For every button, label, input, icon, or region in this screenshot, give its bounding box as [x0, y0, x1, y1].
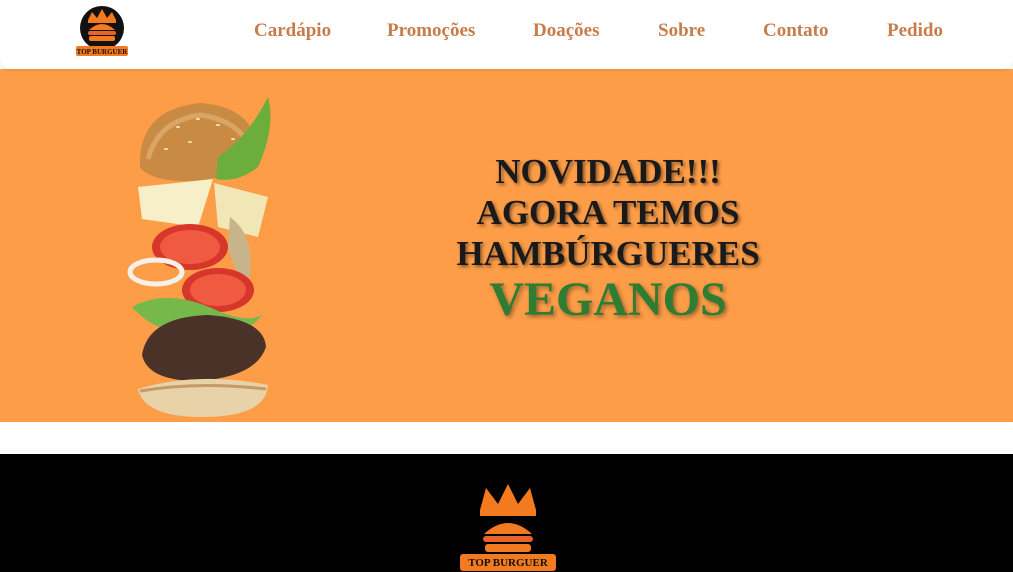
nav-sobre[interactable]: Sobre [658, 20, 705, 42]
nav-cardapio[interactable]: Cardápio [254, 20, 331, 42]
main-nav: Cardápio Promoções Doações Sobre Contato… [0, 20, 1013, 44]
headline-line-2: AGORA TEMOS [476, 193, 740, 232]
footer-logo: TOP BURGUER [460, 484, 556, 571]
top-navbar: TOP BURGUER Cardápio Promoções Doações S… [0, 0, 1013, 69]
nav-pedido[interactable]: Pedido [887, 20, 943, 42]
logo-text: TOP BURGUER [77, 48, 129, 56]
flying-burger-image [127, 97, 271, 417]
headline-line-3: HAMBÚRGUERES [456, 234, 760, 273]
headline-line-1: NOVIDADE!!! [495, 152, 721, 191]
nav-promocoes[interactable]: Promoções [387, 20, 475, 42]
headline-vegan-word: VEGANOS [489, 273, 727, 326]
nav-contato[interactable]: Contato [763, 20, 828, 42]
footer-logo-text: TOP BURGUER [468, 557, 549, 569]
hero-banner: NOVIDADE!!! AGORA TEMOS HAMBÚRGUERES VEG… [0, 69, 1013, 422]
nav-doacoes[interactable]: Doações [533, 20, 599, 42]
vegan-announcement: NOVIDADE!!! AGORA TEMOS HAMBÚRGUERES VEG… [433, 151, 783, 326]
page-footer: TOP BURGUER [0, 454, 1013, 572]
